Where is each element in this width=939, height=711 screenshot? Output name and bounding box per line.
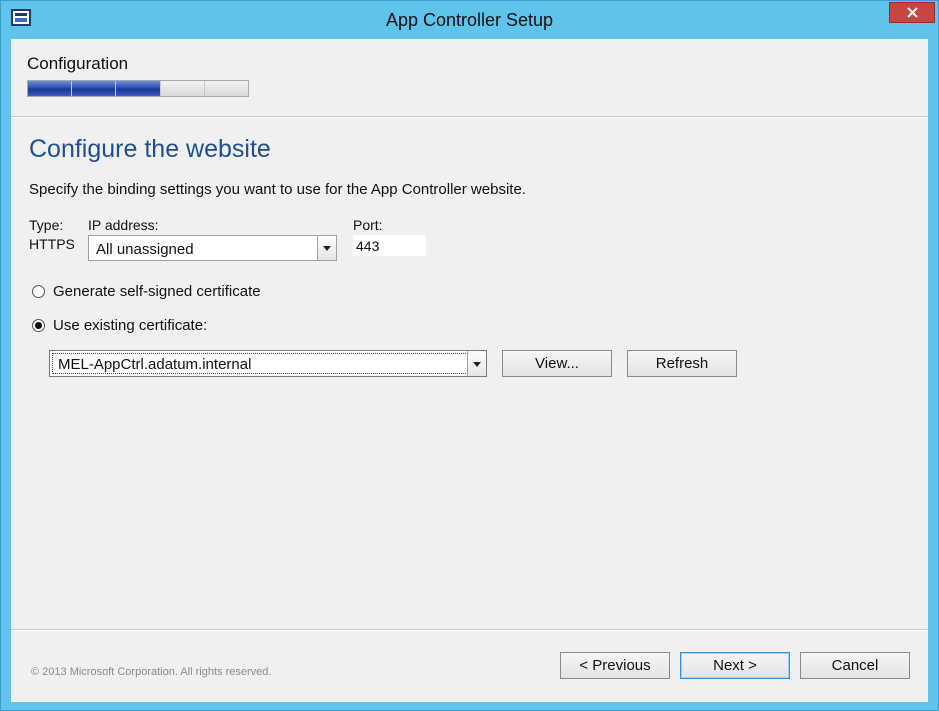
close-x-icon [907,7,918,18]
generate-cert-radio[interactable] [32,285,45,298]
setup-window: App Controller Setup Configuration Confi… [0,0,939,711]
generate-cert-option[interactable]: Generate self-signed certificate [32,283,261,300]
progress-step-pending [204,81,249,96]
cancel-button[interactable]: Cancel [800,652,910,679]
close-button[interactable] [889,2,935,23]
footer-divider [11,629,928,631]
certificate-dropdown[interactable]: MEL-AppCtrl.adatum.internal [49,350,487,377]
copyright-notice: © 2013 Microsoft Corporation. All rights… [31,666,272,678]
page-instructions: Specify the binding settings you want to… [29,181,526,198]
type-value: HTTPS [29,236,75,252]
wizard-progress-bar [27,80,249,97]
certificate-value: MEL-AppCtrl.adatum.internal [58,356,252,373]
chevron-down-icon[interactable] [467,351,486,376]
window-title: App Controller Setup [385,10,554,30]
port-input[interactable] [353,235,426,256]
progress-step-complete [28,81,72,96]
wizard-client-area: Configuration Configure the website Spec… [11,39,928,702]
existing-cert-label: Use existing certificate: [53,317,208,334]
ip-address-label: IP address: [88,217,159,233]
type-label: Type: [29,217,64,233]
previous-button[interactable]: < Previous [560,652,670,679]
stage-title: Configuration [27,54,129,73]
next-button[interactable]: Next > [680,652,790,679]
ip-address-dropdown[interactable]: All unassigned [88,235,337,261]
title-bar: App Controller Setup [1,1,938,39]
refresh-certificates-button[interactable]: Refresh [627,350,737,377]
progress-step-complete [116,81,160,96]
generate-cert-label: Generate self-signed certificate [53,283,261,300]
ip-address-value: All unassigned [96,241,194,258]
page-heading: Configure the website [29,135,271,163]
progress-step-pending [160,81,204,96]
existing-cert-radio[interactable] [32,319,45,332]
chevron-down-icon[interactable] [317,236,336,260]
existing-cert-option[interactable]: Use existing certificate: [32,317,207,334]
view-certificate-button[interactable]: View... [502,350,612,377]
port-label: Port: [353,217,383,233]
header-divider [11,116,928,118]
progress-step-complete [72,81,116,96]
